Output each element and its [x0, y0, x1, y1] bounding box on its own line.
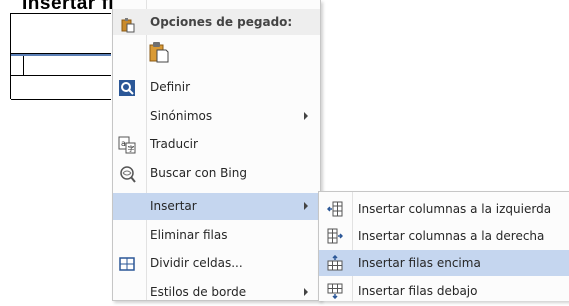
keep-text-only-paste-icon[interactable] — [149, 41, 169, 66]
submenu-item-insert-columns-right[interactable]: Insertar columnas a la derecha — [319, 223, 569, 249]
svg-text:a: a — [121, 139, 126, 148]
paste-options-header: Opciones de pegado: — [113, 9, 320, 35]
menu-item-estilos-de-borde[interactable]: Estilos de borde — [113, 279, 320, 306]
paste-options-label: Opciones de pegado: — [150, 15, 293, 29]
submenu-arrow-icon — [304, 202, 308, 210]
insert-rows-below-icon — [327, 283, 343, 300]
submenu-item-insert-columns-left[interactable]: Insertar columnas a la izquierda — [319, 196, 569, 222]
menu-item-label: Sinónimos — [150, 109, 213, 123]
menu-item-label: Eliminar filas — [150, 228, 228, 242]
insert-rows-above-icon — [327, 254, 343, 271]
insert-columns-left-icon — [326, 201, 343, 217]
menu-item-dividir-celdas[interactable]: Dividir celdas... — [113, 250, 320, 277]
menu-item-traducir[interactable]: a 字 Traducir — [113, 131, 320, 158]
menu-item-definir[interactable]: Definir — [113, 74, 320, 101]
table-cell[interactable] — [11, 53, 24, 75]
insert-columns-right-icon — [327, 228, 344, 244]
split-cells-icon — [118, 255, 136, 273]
document-table — [10, 13, 111, 100]
menu-item-label: Dividir celdas... — [150, 256, 243, 270]
define-icon — [118, 79, 136, 97]
submenu-item-label: Insertar filas debajo — [358, 284, 478, 298]
menu-item-label: Insertar — [150, 199, 197, 213]
context-menu: Opciones de pegado: Definir Sinónimos a — [112, 0, 321, 301]
translate-icon: a 字 — [118, 136, 136, 154]
submenu-item-label: Insertar filas encima — [358, 256, 481, 270]
menu-item-buscar-con-bing[interactable]: Buscar con Bing — [113, 160, 320, 187]
cursor-line — [11, 54, 111, 56]
bing-search-icon — [118, 165, 136, 183]
svg-text:字: 字 — [128, 144, 135, 153]
submenu-arrow-icon — [304, 112, 308, 120]
insert-submenu: Insertar columnas a la izquierda Inserta… — [318, 191, 569, 301]
menu-item-eliminar-filas[interactable]: Eliminar filas — [113, 222, 320, 249]
paste-icon — [120, 17, 136, 36]
submenu-arrow-icon — [304, 288, 308, 296]
submenu-item-label: Insertar columnas a la derecha — [358, 229, 545, 243]
menu-item-label: Definir — [150, 80, 191, 94]
submenu-item-label: Insertar columnas a la izquierda — [358, 202, 552, 216]
submenu-item-insert-rows-below[interactable]: Insertar filas debajo — [319, 278, 569, 304]
menu-item-label: Buscar con Bing — [150, 166, 247, 180]
menu-item-label: Traducir — [150, 137, 198, 151]
menu-item-label: Estilos de borde — [150, 285, 247, 299]
submenu-item-insert-rows-above[interactable]: Insertar filas encima — [319, 250, 569, 276]
menu-item-sinonimos[interactable]: Sinónimos — [113, 103, 320, 130]
menu-item-insertar[interactable]: Insertar — [113, 193, 320, 220]
